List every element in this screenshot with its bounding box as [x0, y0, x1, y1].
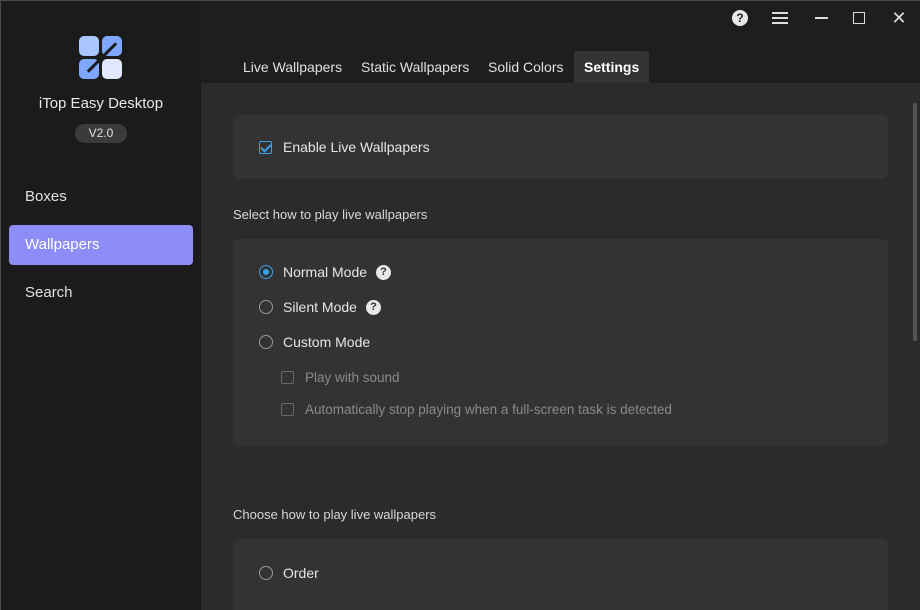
maximize-icon[interactable] — [847, 7, 871, 29]
minimize-icon[interactable] — [809, 7, 833, 29]
version-badge: V2.0 — [75, 124, 127, 143]
auto-stop-option[interactable]: Automatically stop playing when a full-s… — [281, 402, 672, 417]
auto-stop-label: Automatically stop playing when a full-s… — [305, 402, 672, 417]
settings-panel: Enable Live Wallpapers Select how to pla… — [201, 83, 920, 610]
play-with-sound-label: Play with sound — [305, 370, 400, 385]
silent-mode-radio[interactable] — [259, 300, 273, 314]
enable-live-label: Enable Live Wallpapers — [283, 139, 430, 155]
sidebar-item-wallpapers[interactable]: Wallpapers — [9, 225, 193, 265]
menu-icon[interactable] — [768, 7, 792, 29]
tab-static-wallpapers[interactable]: Static Wallpapers — [351, 51, 479, 83]
enable-live-wallpapers-option[interactable]: Enable Live Wallpapers — [259, 139, 430, 155]
tab-live-wallpapers[interactable]: Live Wallpapers — [233, 51, 352, 83]
play-mode-card: Normal Mode ? Silent Mode ? Custom Mode … — [233, 239, 888, 446]
order-card: Order — [233, 539, 888, 610]
order-option[interactable]: Order — [259, 565, 319, 581]
top-bar: ? ✕ Live Wallpapers Static Wallpapers So… — [201, 1, 920, 83]
question-icon[interactable]: ? — [365, 299, 381, 315]
sidebar: iTop Easy Desktop V2.0 Boxes Wallpapers … — [1, 1, 201, 610]
tab-solid-colors[interactable]: Solid Colors — [478, 51, 573, 83]
play-with-sound-option[interactable]: Play with sound — [281, 370, 400, 385]
normal-mode-label: Normal Mode — [283, 264, 368, 280]
custom-mode-option[interactable]: Custom Mode — [259, 334, 370, 350]
play-with-sound-checkbox[interactable] — [281, 371, 294, 384]
order-radio[interactable] — [259, 566, 273, 580]
scrollbar[interactable] — [913, 103, 917, 341]
auto-stop-checkbox[interactable] — [281, 403, 294, 416]
silent-mode-option[interactable]: Silent Mode ? — [259, 299, 381, 315]
enable-card: Enable Live Wallpapers — [233, 115, 888, 179]
sidebar-item-search[interactable]: Search — [9, 273, 193, 313]
custom-mode-label: Custom Mode — [283, 334, 371, 350]
close-icon[interactable]: ✕ — [887, 7, 911, 29]
app-name: iTop Easy Desktop — [38, 95, 164, 112]
play-section-title: Select how to play live wallpapers — [233, 207, 428, 222]
order-label: Order — [283, 565, 319, 581]
normal-mode-radio[interactable] — [259, 265, 273, 279]
silent-mode-label: Silent Mode — [283, 299, 357, 315]
normal-mode-option[interactable]: Normal Mode ? — [259, 264, 392, 280]
order-section-title: Choose how to play live wallpapers — [233, 507, 437, 522]
tab-settings[interactable]: Settings — [574, 51, 650, 83]
enable-live-checkbox[interactable] — [259, 140, 272, 154]
question-icon[interactable]: ? — [376, 264, 392, 280]
custom-mode-radio[interactable] — [259, 335, 273, 349]
help-icon[interactable]: ? — [728, 7, 752, 29]
sidebar-item-boxes[interactable]: Boxes — [9, 177, 193, 217]
app-logo-icon — [79, 36, 123, 80]
